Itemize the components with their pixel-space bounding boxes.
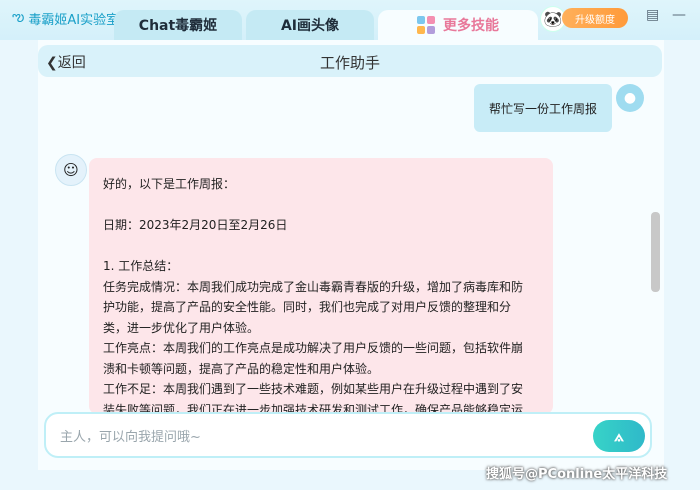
bot-line: 工作不足：本周我们遇到了一些技术难题，例如某些用户在升级过程中遇到了安 xyxy=(103,382,524,396)
bot-message: 好的，以下是工作周报： 日期：2023年2月20日至2月26日 1. 工作总结：… xyxy=(89,158,553,414)
bot-line: 日期：2023年2月20日至2月26日 xyxy=(103,218,288,232)
back-button[interactable]: ❮返回 xyxy=(46,52,86,72)
bot-avatar: ☺ xyxy=(55,154,87,186)
watermark: 搜狐号@PConline太平洋科技 xyxy=(486,467,668,482)
user-avatar: ● xyxy=(616,84,644,112)
back-label: 返回 xyxy=(57,55,86,71)
bot-line: 类，进一步优化了用户体验。 xyxy=(103,320,260,335)
logo-icon: ఌ xyxy=(12,9,25,25)
grid-icon xyxy=(417,16,435,34)
send-icon: ⟑ xyxy=(614,426,624,445)
tab-chat-label: Chat毒霸姬 xyxy=(138,18,218,34)
brand: ఌ 毒霸姬AI实验室 xyxy=(12,9,119,28)
bot-line: 好的，以下是工作周报： xyxy=(103,177,236,191)
upgrade-button[interactable]: 升级额度 xyxy=(562,8,628,28)
chevron-left-icon: ❮ xyxy=(46,55,58,71)
tab-more-skills[interactable]: 更多技能 xyxy=(378,10,538,40)
message-input[interactable] xyxy=(58,426,582,448)
send-button[interactable]: ⟑ xyxy=(593,420,645,452)
bot-message-text: 好的，以下是工作周报： 日期：2023年2月20日至2月26日 1. 工作总结：… xyxy=(103,174,539,414)
scrollbar-thumb[interactable] xyxy=(651,212,660,292)
bot-line: 1. 工作总结： xyxy=(103,259,179,273)
message-icon[interactable]: ▤ xyxy=(646,7,659,23)
user-message-text: 帮忙写一份工作周报 xyxy=(488,101,597,116)
bot-line: 工作亮点：本周我们的工作亮点是成功解决了用户反馈的一些问题，包括软件崩 xyxy=(103,341,524,355)
tab-more-skills-label: 更多技能 xyxy=(443,18,499,34)
bot-line: 任务完成情况：本周我们成功完成了金山毒霸青春版的升级，增加了病毒库和防 xyxy=(103,279,524,294)
tab-chat[interactable]: Chat毒霸姬 xyxy=(114,10,242,40)
minimize-icon[interactable]: — xyxy=(672,7,686,23)
tab-ai-avatar[interactable]: AI画头像 xyxy=(246,10,374,40)
bot-line: 护功能，提高了产品的安全性能。同时，我们也完成了对用户反馈的整理和分 xyxy=(103,300,512,314)
user-message: 帮忙写一份工作周报 xyxy=(474,84,612,132)
brand-name: 毒霸姬AI实验室 xyxy=(28,13,120,28)
bot-line: 溃和卡顿等问题，提高了产品的稳定性和用户体验。 xyxy=(103,361,380,376)
tab-ai-avatar-label: AI画头像 xyxy=(280,18,340,34)
page-title: 工作助手 xyxy=(319,54,380,72)
upgrade-label: 升级额度 xyxy=(575,14,615,26)
